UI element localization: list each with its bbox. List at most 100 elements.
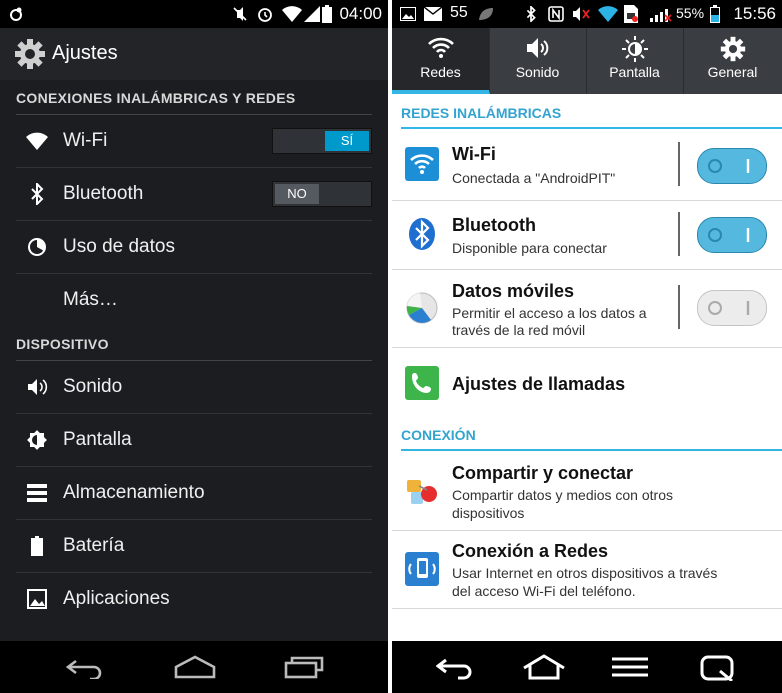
status-time: 15:56 (733, 4, 776, 23)
tab-label: Pantalla (609, 64, 660, 80)
setting-title: Ajustes de llamadas (452, 374, 626, 394)
bluetooth-toggle[interactable] (697, 217, 767, 253)
navigation-bar (0, 641, 388, 693)
status-time: 04:00 (339, 4, 382, 23)
setting-title: Wi-Fi (452, 144, 496, 164)
setting-mobile-data[interactable]: Datos móviles Permitir el acceso a los d… (392, 269, 782, 348)
menu-icon[interactable] (612, 657, 648, 682)
wifi-signal-icon (282, 6, 302, 22)
setting-sound[interactable]: Sonido (16, 361, 372, 414)
separator (678, 212, 680, 256)
battery-percent: 55% (676, 5, 705, 21)
setting-label: Aplicaciones (63, 588, 170, 609)
sync-icon (8, 6, 24, 22)
wifi-icon (26, 130, 48, 152)
setting-bluetooth[interactable]: Bluetooth NO (16, 168, 372, 221)
speaker-icon (489, 36, 586, 62)
back-icon[interactable] (435, 656, 476, 685)
setting-title: Bluetooth (452, 215, 536, 235)
setting-more[interactable]: Más… (16, 274, 372, 326)
status-bar: 55 55% 15:56 (392, 0, 782, 28)
nfc-icon (548, 6, 564, 22)
bluetooth-toggle[interactable]: NO (272, 181, 372, 207)
setting-label: Almacenamiento (63, 482, 205, 503)
status-bar: 04:00 (0, 0, 388, 28)
setting-subtitle: Conectada a "AndroidPIT" (452, 170, 616, 186)
tab-sound[interactable]: Sonido (489, 28, 587, 94)
apps-image-icon (26, 588, 48, 610)
setting-apps[interactable]: Aplicaciones (16, 573, 372, 625)
setting-subtitle: Permitir el acceso a los datos a (452, 305, 647, 321)
bluetooth-icon (526, 6, 536, 22)
back-icon[interactable] (65, 657, 106, 684)
section-header-device: DISPOSITIVO (16, 336, 372, 361)
setting-tethering[interactable]: Conexión a Redes Usar Internet en otros … (392, 530, 782, 609)
mute-icon (232, 6, 248, 22)
speaker-icon (26, 376, 48, 398)
home-icon[interactable] (522, 654, 566, 685)
separator (678, 285, 680, 329)
wifi-signal-icon (598, 6, 618, 22)
separator (678, 142, 680, 186)
setting-subtitle-line2: dispositivos (452, 505, 525, 521)
setting-subtitle-line2: del acceso Wi-Fi del teléfono. (452, 583, 636, 599)
setting-subtitle: Usar Internet en otros dispositivos a tr… (452, 565, 718, 581)
setting-storage[interactable]: Almacenamiento (16, 467, 372, 520)
home-icon[interactable] (174, 655, 216, 684)
toggle-label: SÍ (325, 131, 369, 151)
leaf-icon (478, 6, 494, 22)
setting-share-connect[interactable]: Compartir y conectar Compartir datos y m… (392, 452, 782, 531)
tab-networks[interactable]: Redes (392, 28, 490, 94)
setting-label: Bluetooth (63, 183, 144, 204)
page-title: Ajustes (52, 42, 118, 64)
gear-icon (683, 36, 782, 62)
category-tabs: Redes Sonido Pantalla General (392, 28, 782, 94)
tab-label: Redes (420, 64, 461, 80)
setting-wifi[interactable]: Wi-Fi SÍ (16, 115, 372, 168)
setting-bluetooth[interactable]: Bluetooth Disponible para conectar (392, 200, 782, 270)
battery-icon (710, 5, 720, 23)
battery-icon (322, 5, 332, 23)
lg-settings: 55 55% 15:56 Redes Sonido Pantalla Gener… (392, 0, 782, 693)
setting-subtitle: Disponible para conectar (452, 240, 607, 256)
setting-title: Compartir y conectar (452, 463, 634, 483)
setting-label: Batería (63, 535, 125, 556)
phone-icon (405, 366, 439, 400)
sim-card-icon (624, 5, 638, 23)
mute-icon (572, 6, 590, 22)
wifi-toggle[interactable] (697, 148, 767, 184)
share-connect-icon (405, 474, 439, 508)
setting-call-settings[interactable]: Ajustes de llamadas (392, 347, 782, 419)
action-bar: Ajustes (0, 28, 388, 80)
cell-signal-icon (304, 6, 320, 22)
tab-general[interactable]: General (683, 28, 782, 94)
alarm-icon (256, 6, 274, 22)
section-header-wireless: CONEXIONES INALÁMBRICAS Y REDES (16, 90, 372, 115)
notification-count: 55 (450, 4, 468, 21)
tab-label: General (707, 64, 758, 80)
setting-battery[interactable]: Batería (16, 520, 372, 573)
bluetooth-app-icon (405, 217, 439, 251)
brightness-icon (586, 36, 683, 62)
brightness-icon (26, 429, 48, 451)
wifi-icon (392, 36, 489, 62)
navigation-bar (392, 641, 782, 693)
tab-display[interactable]: Pantalla (586, 28, 684, 94)
setting-data-usage[interactable]: Uso de datos (16, 221, 372, 274)
section-header-wireless: REDES INALÁMBRICAS (401, 105, 782, 129)
cell-signal-icon (650, 6, 672, 22)
setting-wifi[interactable]: Wi-Fi Conectada a "AndroidPIT" (392, 130, 782, 201)
settings-gear-icon[interactable] (14, 38, 46, 75)
gallery-icon (400, 6, 416, 22)
mail-icon (424, 6, 442, 22)
recent-apps-icon[interactable] (284, 655, 324, 684)
wifi-toggle[interactable]: SÍ (272, 128, 372, 154)
mobile-data-icon (405, 291, 439, 325)
tab-label: Sonido (515, 64, 560, 80)
mobile-data-toggle[interactable] (697, 290, 767, 326)
setting-display[interactable]: Pantalla (16, 414, 372, 467)
setting-subtitle: Compartir datos y medios con otros (452, 487, 673, 503)
section-header-connection: CONEXIÓN (401, 427, 782, 451)
tethering-icon (405, 552, 439, 586)
qslide-icon[interactable] (700, 655, 734, 686)
